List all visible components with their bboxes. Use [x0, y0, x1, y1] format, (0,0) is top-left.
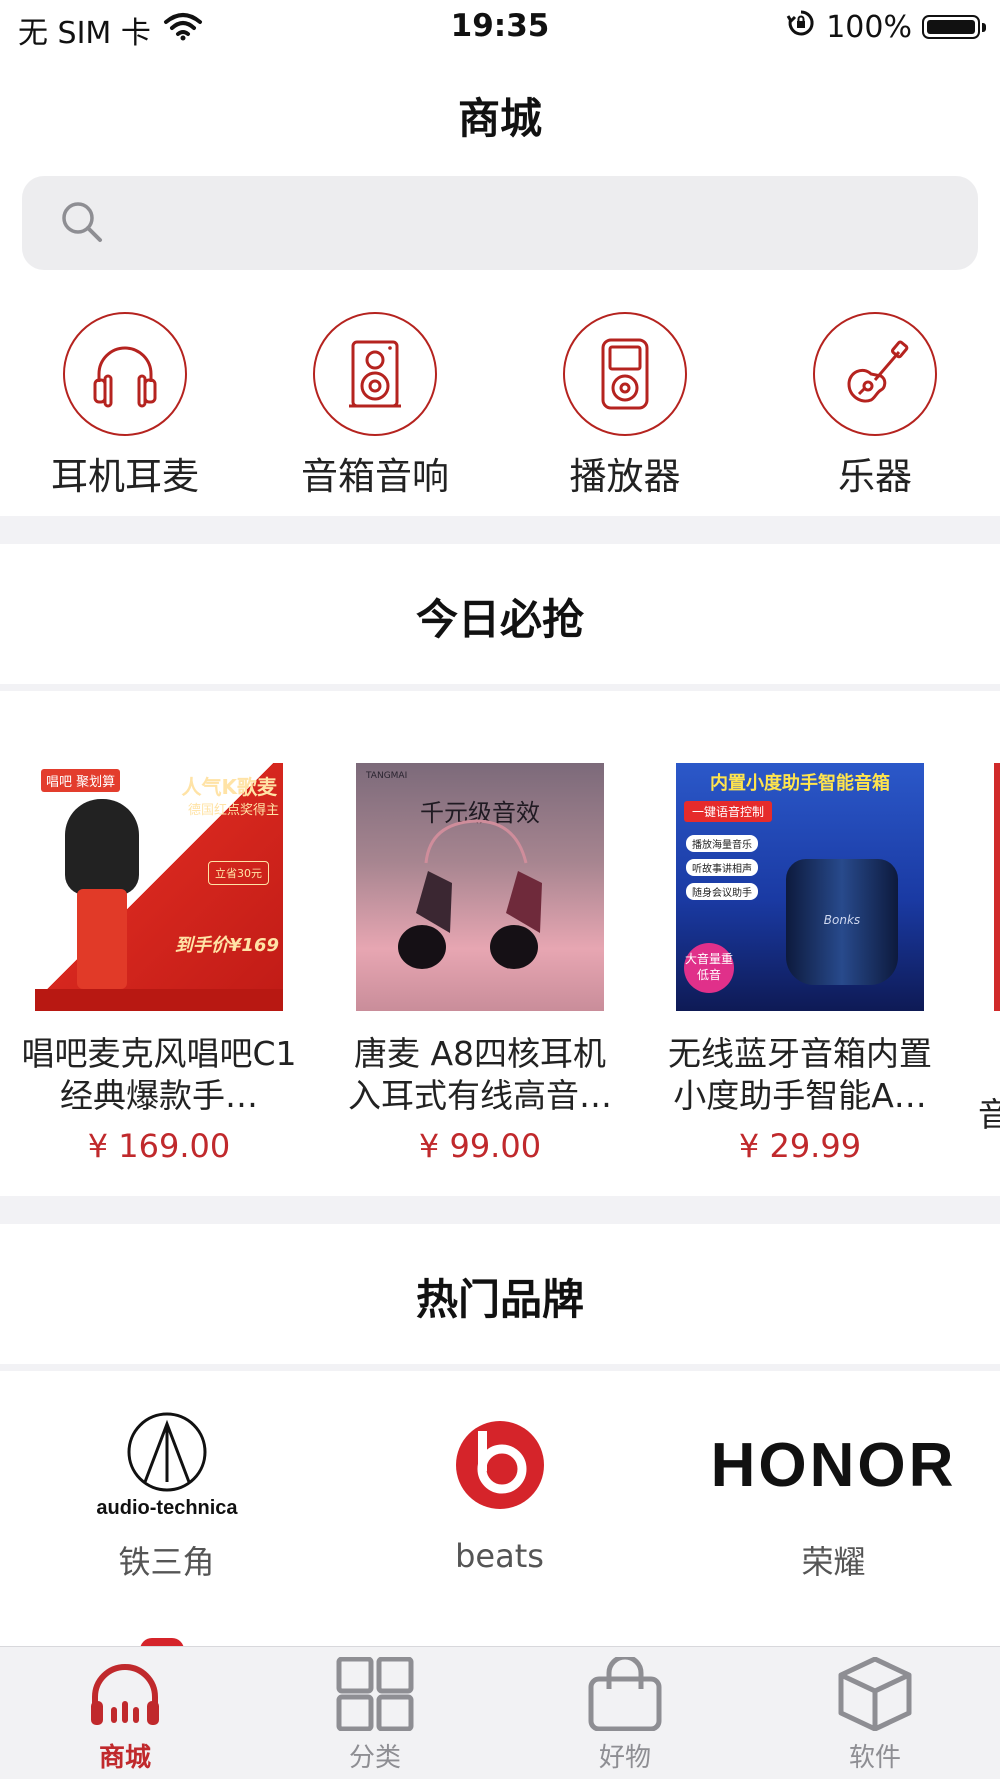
- beats-logo: [333, 1405, 666, 1525]
- product-card[interactable]: 唱吧 聚划算 人气K歌麦 德国红点奖得主 立省30元 到手价¥169 唱吧麦克风…: [14, 763, 304, 1165]
- audio-technica-logo: audio-technica: [0, 1405, 333, 1525]
- category-instruments[interactable]: 乐器: [750, 312, 1000, 500]
- product-image: 唱吧 聚划算 人气K歌麦 德国红点奖得主 立省30元 到手价¥169: [35, 763, 283, 1011]
- promo-feature: 播放海量音乐: [686, 835, 758, 852]
- tab-bar: 商城 分类 好物 软件: [0, 1646, 1000, 1779]
- product-name: 唱吧麦克风唱吧C1经典爆款手…: [21, 1034, 297, 1115]
- tab-label: 软件: [848, 1743, 901, 1773]
- brand-beats[interactable]: beats: [333, 1405, 666, 1575]
- category-headphones[interactable]: 耳机耳麦: [0, 312, 250, 500]
- brand-badge: 唱吧 聚划算: [41, 769, 121, 792]
- grid-icon: [335, 1656, 415, 1735]
- guitar-icon: [813, 312, 937, 436]
- promo-discount: 立省30元: [208, 861, 269, 885]
- product-price: ¥ 99.00: [418, 1127, 542, 1165]
- category-label: 乐器: [838, 455, 912, 498]
- page-title: 商城: [457, 94, 542, 143]
- product-name-partial: 音: [978, 1095, 1000, 1134]
- section-divider: [0, 684, 1000, 691]
- product-price: ¥ 29.99: [738, 1127, 862, 1165]
- category-label: 耳机耳麦: [51, 455, 199, 498]
- product-name: 唐麦 A8四核耳机入耳式有线高音…: [348, 1034, 612, 1115]
- brand-name: 荣耀: [801, 1543, 866, 1581]
- category-players[interactable]: 播放器: [500, 312, 750, 500]
- status-bar: 无 SIM 卡 19:35 100%: [0, 0, 1000, 56]
- category-label: 音箱音响: [301, 455, 449, 498]
- tab-label: 分类: [348, 1743, 401, 1773]
- product-card[interactable]: 内置小度助手智能音箱 一键语音控制 播放海量音乐 听故事讲相声 随身会议助手 大…: [655, 763, 945, 1165]
- product-name: 无线蓝牙音箱内置小度助手智能A…: [668, 1034, 932, 1115]
- speaker-icon: [313, 312, 437, 436]
- status-right: 100%: [786, 8, 986, 46]
- tab-label: 好物: [598, 1743, 651, 1773]
- logo-wordmark: HONOR: [710, 1430, 957, 1500]
- search-input[interactable]: [112, 176, 956, 272]
- logo-wordmark: audio-technica: [96, 1497, 238, 1519]
- earphones-illustration: [398, 819, 542, 969]
- honor-logo: HONOR: [667, 1405, 1000, 1525]
- headphones-icon: [63, 312, 187, 436]
- search-icon: [60, 200, 104, 248]
- speaker-brand: Bonks: [823, 913, 861, 927]
- brand-name: 铁三角: [118, 1543, 215, 1581]
- brands-title: 热门品牌: [415, 1275, 584, 1324]
- promo-headline: 人气K歌麦: [181, 775, 278, 799]
- brand-name: beats: [455, 1537, 544, 1575]
- promo-feature: 随身会议助手: [686, 883, 758, 900]
- product-image: TANGMAI 千元级音效: [356, 763, 604, 1011]
- brand-honor[interactable]: HONOR 荣耀: [667, 1405, 1000, 1583]
- product-image: 内置小度助手智能音箱 一键语音控制 播放海量音乐 听故事讲相声 随身会议助手 大…: [676, 763, 924, 1011]
- product-price: ¥ 169.00: [87, 1127, 231, 1165]
- tab-store[interactable]: 商城: [0, 1657, 250, 1774]
- tab-goods[interactable]: 好物: [500, 1654, 750, 1774]
- category-speakers[interactable]: 音箱音响: [250, 312, 500, 500]
- shopping-bag-icon: [585, 1654, 665, 1735]
- microphone-head: [65, 799, 139, 895]
- brand-audio-technica[interactable]: audio-technica 铁三角: [0, 1405, 333, 1583]
- tab-label: 商城: [98, 1743, 151, 1773]
- product-card[interactable]: TANGMAI 千元级音效 唐麦 A8四核耳机入耳式有线高音… ¥ 99.00: [335, 763, 625, 1165]
- today-deals-title: 今日必抢: [415, 595, 584, 644]
- box-icon: [835, 1656, 915, 1735]
- section-divider: [0, 1364, 1000, 1371]
- promo-feature: 听故事讲相声: [686, 859, 758, 876]
- battery-percent: 100%: [826, 9, 912, 45]
- category-label: 播放器: [569, 455, 681, 498]
- stand: [35, 989, 283, 1011]
- promo-feature: 一键语音控制: [684, 801, 773, 822]
- section-divider: [0, 1196, 1000, 1224]
- promo-badge: 大音量重低音: [684, 943, 734, 993]
- promo-headline: 内置小度助手智能音箱: [710, 773, 890, 794]
- section-divider: [0, 516, 1000, 544]
- search-bar[interactable]: [22, 176, 978, 272]
- microphone-body: [77, 889, 127, 989]
- product-image-partial[interactable]: [994, 763, 1000, 1011]
- promo-price: 到手价¥169: [174, 935, 279, 956]
- rotation-lock-icon: [786, 8, 816, 46]
- tab-category[interactable]: 分类: [250, 1656, 500, 1774]
- headphones-icon: [85, 1664, 165, 1735]
- music-player-icon: [563, 312, 687, 436]
- tab-software[interactable]: 软件: [750, 1656, 1000, 1774]
- promo-award: 德国红点奖得主: [187, 803, 279, 818]
- battery-icon: [922, 15, 986, 39]
